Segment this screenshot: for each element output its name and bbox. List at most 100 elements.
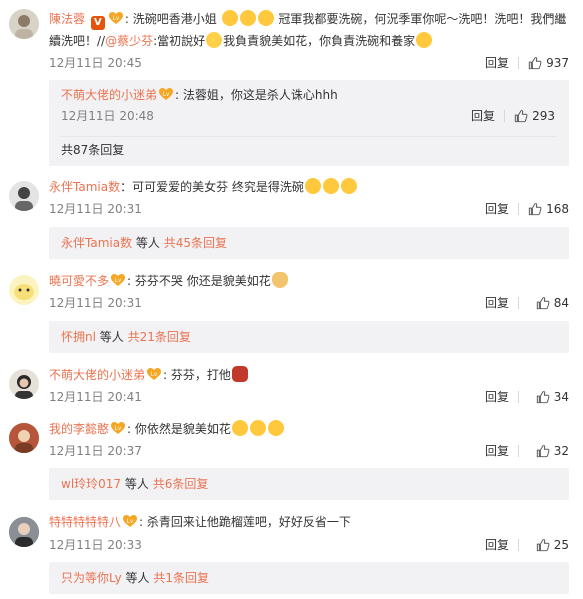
reply-thread-summary[interactable]: wl玲玲017 等人 共6条回复 — [49, 468, 569, 500]
like-count: 34 — [553, 390, 569, 404]
avatar-image — [9, 517, 39, 547]
like-count: 937 — [546, 56, 569, 70]
kiss-emoji-icon — [267, 420, 284, 436]
comment-meta: 12月11日 20:37 回复 32 — [49, 441, 569, 461]
more-replies-link[interactable]: 共6条回复 — [153, 477, 209, 491]
fan-badge-icon — [158, 87, 174, 101]
laughing-emoji-icon — [221, 10, 238, 26]
comment-username[interactable]: 永伴Tamia数 — [49, 180, 120, 194]
angry-dragon-emoji-icon — [231, 366, 248, 382]
comment-body: 可可爱爱的美女芬 终究是得洗碗 — [132, 180, 304, 194]
like-button[interactable]: 32 — [536, 441, 569, 461]
like-button[interactable]: 34 — [536, 387, 569, 407]
comment-body-d: 我負責貌美如花，你負責洗碗和養家 — [223, 34, 416, 48]
like-button[interactable]: 168 — [528, 199, 569, 219]
like-button[interactable]: 293 — [514, 106, 555, 126]
crying-emoji-icon — [206, 32, 223, 48]
comment-username[interactable]: 陳法蓉 — [49, 12, 85, 26]
comment-date: 12月11日 20:33 — [49, 538, 142, 552]
thumbs-up-icon — [536, 390, 550, 404]
comment-text: 特特特特特八: 杀青回来让他跪榴莲吧，好好反省一下 — [49, 514, 351, 529]
comment-meta: 12月11日 20:31 回复 168 — [49, 199, 569, 219]
comment-text: 我的李懿憨: 你依然是貌美如花 — [49, 418, 569, 440]
sub-comment-username[interactable]: 不萌大佬的小迷弟 — [61, 88, 157, 102]
comment-meta: 12月11日 20:45 回复 937 — [49, 53, 569, 73]
comment-text: 不萌大佬的小迷弟: 芬芬，打他 — [49, 364, 569, 386]
comment-body: 芬芬，打他 — [170, 368, 231, 382]
divider — [61, 136, 557, 137]
reply-button[interactable]: 回复 — [471, 106, 495, 126]
divider — [518, 57, 519, 69]
cat-emoji-icon — [340, 178, 357, 194]
reply-button[interactable]: 回复 — [485, 53, 509, 73]
fan-badge-icon — [110, 273, 126, 287]
v-badge-icon: V — [90, 16, 105, 30]
thumbs-up-icon — [514, 109, 528, 123]
comment-body: 你依然是貌美如花 — [134, 422, 231, 436]
thumbs-up-icon — [536, 444, 550, 458]
comment-date: 12月11日 20:31 — [49, 202, 142, 216]
reply-button[interactable]: 回复 — [485, 199, 509, 219]
more-replies-link[interactable]: 共21条回复 — [128, 330, 191, 344]
thumbs-up-icon — [536, 296, 550, 310]
thread-mid-text: 等人 — [121, 571, 154, 585]
comment-meta: 12月11日 20:33 回复 25 — [49, 535, 569, 555]
avatar[interactable] — [9, 181, 39, 211]
like-button[interactable]: 937 — [528, 53, 569, 73]
more-replies-link[interactable]: 共1条回复 — [153, 571, 209, 585]
avatar[interactable] — [9, 9, 39, 39]
sub-reply-box: 不萌大佬的小迷弟: 法蓉姐，你这是杀人诛心hhh 12月11日 20:48 回复… — [49, 80, 569, 166]
avatar[interactable] — [9, 275, 39, 305]
thumbs-up-icon — [528, 56, 542, 70]
reply-button[interactable]: 回复 — [485, 441, 509, 461]
divider — [518, 297, 519, 309]
comment-username[interactable]: 特特特特特八 — [49, 515, 121, 529]
comment-username[interactable]: 我的李懿憨 — [49, 422, 109, 436]
divider — [518, 391, 519, 403]
comment-body-a: 洗碗吧香港小姐 — [132, 12, 217, 26]
sub-comment-body: 法蓉姐，你这是杀人诛心hhh — [182, 88, 338, 102]
kiss-emoji-icon — [249, 420, 266, 436]
fan-badge-icon — [122, 514, 138, 528]
like-count: 293 — [532, 109, 555, 123]
reply-button[interactable]: 回复 — [485, 293, 509, 313]
avatar[interactable] — [9, 423, 39, 453]
thread-username[interactable]: 怀拥nl — [61, 330, 96, 344]
reply-thread-summary[interactable]: 怀拥nl 等人 共21条回复 — [49, 321, 569, 353]
more-replies-link[interactable]: 共87条回复 — [61, 140, 124, 160]
comment-text: 陳法蓉 V: 洗碗吧香港小姐 冠軍我都要洗碗，何況季軍你呢～洗吧！洗吧！我們繼續… — [49, 10, 567, 48]
cat-emoji-icon — [304, 178, 321, 194]
like-count: 168 — [546, 202, 569, 216]
thread-username[interactable]: 只为等你Ly — [61, 571, 122, 585]
comment-meta: 12月11日 20:31 回复 84 — [49, 293, 569, 313]
avatar[interactable] — [9, 517, 39, 547]
comment-body: 芬芬不哭 你还是貌美如花 — [134, 274, 271, 288]
divider — [518, 203, 519, 215]
reply-button[interactable]: 回复 — [485, 387, 509, 407]
comment-username[interactable]: 曉可愛不多 — [49, 274, 109, 288]
avatar[interactable] — [9, 369, 39, 399]
like-button[interactable]: 25 — [536, 535, 569, 555]
avatar-image — [15, 375, 33, 399]
fan-badge-icon — [110, 421, 126, 435]
thread-username[interactable]: 永伴Tamia数 — [61, 236, 132, 250]
sub-comment-text: 不萌大佬的小迷弟: 法蓉姐，你这是杀人诛心hhh — [61, 87, 338, 102]
more-replies-link[interactable]: 共45条回复 — [164, 236, 227, 250]
comment-body: 杀青回来让他跪榴莲吧，好好反省一下 — [146, 515, 351, 529]
mention-link[interactable]: @蔡少芬 — [105, 34, 153, 48]
comment-date: 12月11日 20:41 — [49, 390, 142, 404]
avatar-image — [14, 284, 34, 300]
sub-comment-meta: 12月11日 20:48 回复 293 — [61, 106, 555, 126]
reply-thread-summary[interactable]: 只为等你Ly 等人 共1条回复 — [49, 562, 569, 594]
comment-date: 12月11日 20:45 — [49, 56, 142, 70]
thread-mid-text: 等人 — [95, 330, 128, 344]
thumbs-up-icon — [536, 538, 550, 552]
comment-username[interactable]: 不萌大佬的小迷弟 — [49, 368, 145, 382]
reply-button[interactable]: 回复 — [485, 535, 509, 555]
divider — [504, 110, 505, 122]
like-button[interactable]: 84 — [536, 293, 569, 313]
comment-meta: 12月11日 20:41 回复 34 — [49, 387, 569, 407]
comment-text: 曉可愛不多: 芬芬不哭 你还是貌美如花 — [49, 270, 569, 292]
thread-username[interactable]: wl玲玲017 — [61, 477, 121, 491]
reply-thread-summary[interactable]: 永伴Tamia数 等人 共45条回复 — [49, 227, 569, 259]
